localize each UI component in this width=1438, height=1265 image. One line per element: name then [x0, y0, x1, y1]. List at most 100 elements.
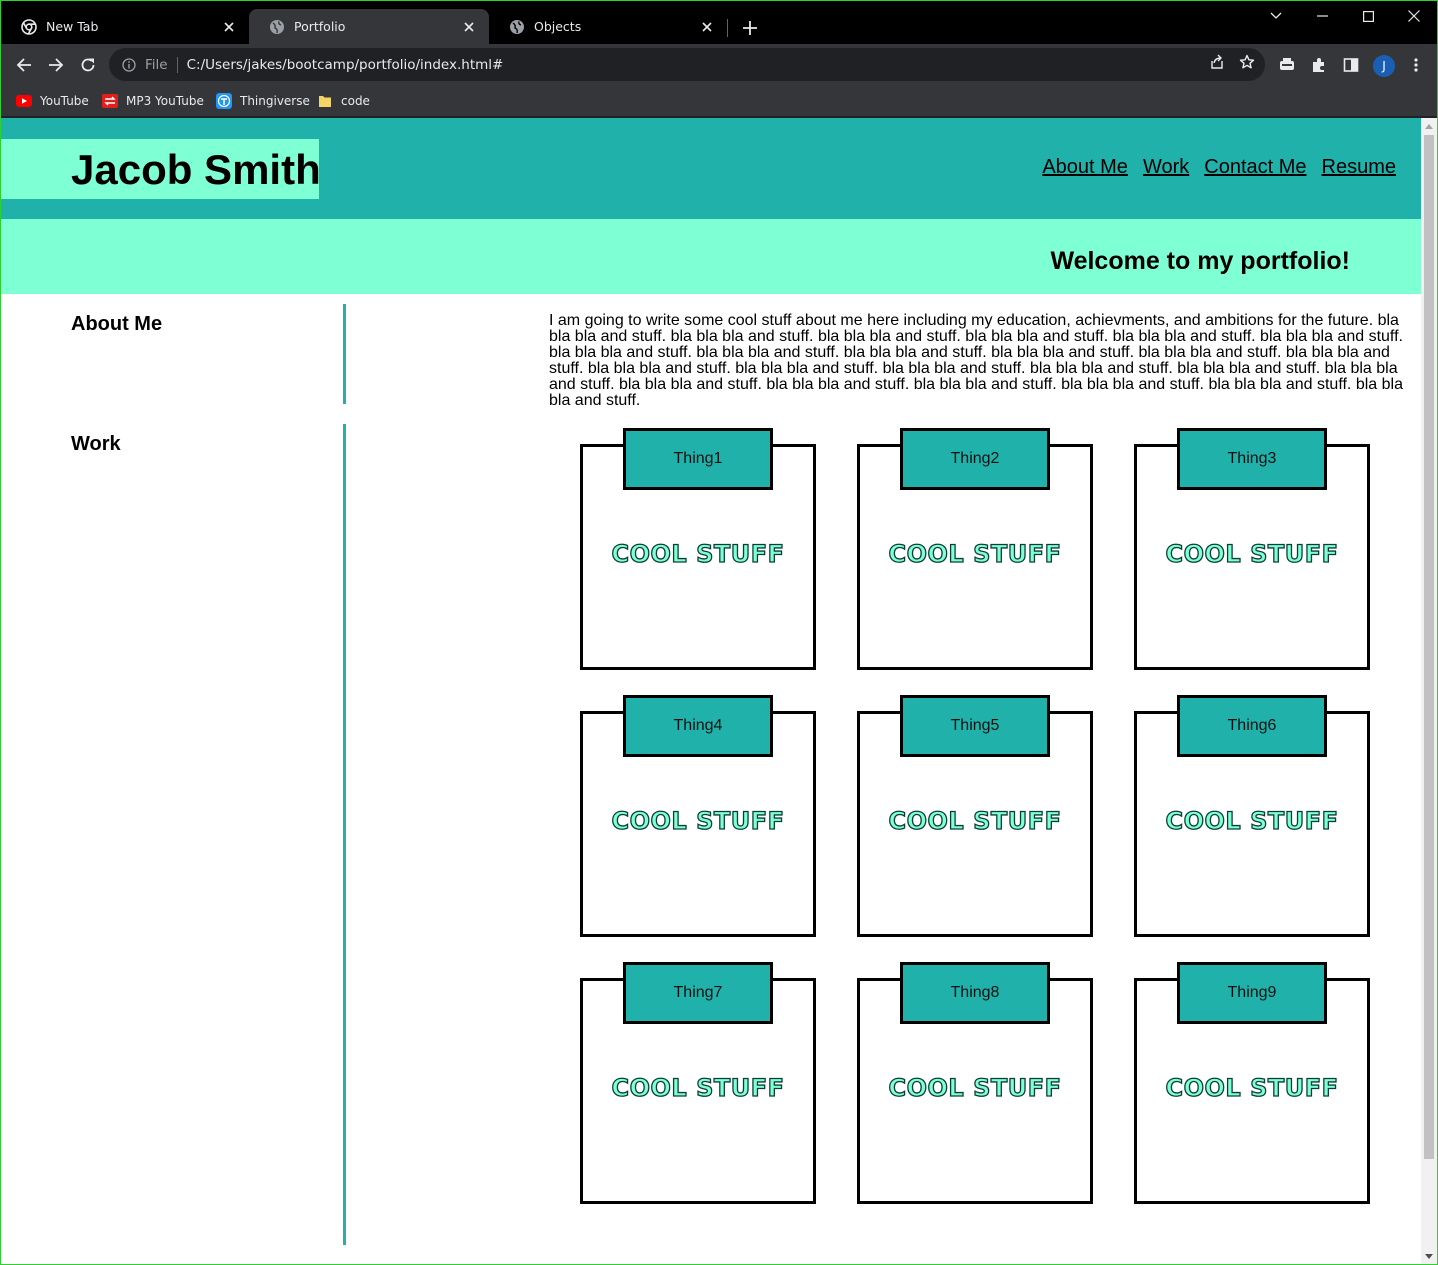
- forward-button[interactable]: [42, 51, 70, 79]
- reload-button[interactable]: [74, 51, 102, 79]
- tab-search-button[interactable]: [1253, 1, 1299, 31]
- work-divider: [343, 424, 346, 1245]
- nav-link-contact-me[interactable]: Contact Me: [1204, 156, 1306, 179]
- side-panel-icon[interactable]: [1339, 53, 1363, 77]
- work-card-1[interactable]: Thing1 COOL STUFF: [580, 428, 816, 670]
- maximize-icon: [1362, 10, 1374, 22]
- work-card-caption: COOL STUFF: [1165, 539, 1339, 568]
- kebab-menu-icon[interactable]: [1404, 53, 1428, 77]
- new-tab-button[interactable]: [737, 15, 763, 41]
- divider: [176, 56, 178, 73]
- youtube-icon: [16, 93, 32, 109]
- maximize-button[interactable]: [1345, 1, 1391, 31]
- work-card-8[interactable]: Thing8 COOL STUFF: [857, 962, 1093, 1204]
- minimize-icon: [1316, 15, 1328, 17]
- site-title: Jacob Smith: [71, 146, 321, 193]
- work-card-4[interactable]: Thing4 COOL STUFF: [580, 695, 816, 937]
- folder-icon: [317, 93, 333, 109]
- nav-link-work[interactable]: Work: [1143, 156, 1189, 179]
- address-bar[interactable]: File C:/Users/jakes/bootcamp/portfolio/i…: [109, 48, 1265, 81]
- work-card-label: Thing2: [900, 428, 1050, 490]
- work-section-title: Work: [71, 433, 121, 455]
- share-icon[interactable]: [1209, 54, 1225, 75]
- bookmark-mp3-youtube[interactable]: MP3 YouTube: [102, 92, 204, 110]
- star-icon[interactable]: [1239, 54, 1255, 75]
- tab-title: New Tab: [46, 19, 99, 34]
- globe-icon: [269, 19, 285, 35]
- chevron-down-icon: [1270, 12, 1282, 19]
- work-card-label: Thing7: [623, 962, 773, 1024]
- work-card-caption: COOL STUFF: [1165, 1073, 1339, 1102]
- work-card-caption: COOL STUFF: [888, 539, 1062, 568]
- close-tab-icon[interactable]: [461, 19, 477, 35]
- browser-window: New Tab Portfolio Objects File C:/Users/…: [0, 0, 1438, 1265]
- work-card-label: Thing6: [1177, 695, 1327, 757]
- tab-separator: [727, 19, 728, 37]
- site-header: Jacob Smith About Me Work Contact Me Res…: [1, 118, 1421, 219]
- bookmark-label: code: [341, 94, 370, 108]
- tab-objects[interactable]: Objects: [489, 9, 727, 44]
- arrow-left-icon: [16, 58, 31, 72]
- work-card-6[interactable]: Thing6 COOL STUFF: [1134, 695, 1370, 937]
- page-viewport: Jacob Smith About Me Work Contact Me Res…: [1, 118, 1421, 1264]
- nav-link-about-me[interactable]: About Me: [1042, 156, 1128, 179]
- minimize-button[interactable]: [1299, 1, 1345, 31]
- profile-avatar[interactable]: J: [1373, 55, 1395, 77]
- url-text[interactable]: C:/Users/jakes/bootcamp/portfolio/index.…: [187, 57, 1209, 73]
- scrollbar-thumb[interactable]: [1424, 135, 1434, 1159]
- mp3-youtube-icon: [102, 93, 118, 109]
- tab-title: Portfolio: [294, 19, 346, 34]
- bookmark-youtube[interactable]: YouTube: [16, 92, 89, 110]
- tab-portfolio[interactable]: Portfolio: [249, 9, 489, 44]
- bookmark-thingiverse[interactable]: Thingiverse: [216, 92, 310, 110]
- work-card-label: Thing4: [623, 695, 773, 757]
- work-card-5[interactable]: Thing5 COOL STUFF: [857, 695, 1093, 937]
- work-card-caption: COOL STUFF: [611, 806, 785, 835]
- scroll-up-arrow-icon[interactable]: [1421, 118, 1437, 134]
- info-icon[interactable]: [121, 57, 137, 73]
- scheme-label: File: [145, 56, 168, 73]
- about-text: I am going to write some cool stuff abou…: [549, 312, 1403, 409]
- plus-icon: [743, 21, 757, 35]
- tab-strip: New Tab Portfolio Objects: [1, 1, 1437, 44]
- work-card-label: Thing1: [623, 428, 773, 490]
- back-button[interactable]: [10, 51, 38, 79]
- work-card-caption: COOL STUFF: [888, 1073, 1062, 1102]
- hero-banner: Welcome to my portfolio!: [1, 219, 1421, 294]
- close-tab-icon[interactable]: [699, 19, 715, 35]
- close-tab-icon[interactable]: [221, 19, 237, 35]
- site-nav: About Me Work Contact Me Resume: [1042, 156, 1396, 179]
- bookmark-label: MP3 YouTube: [126, 94, 204, 108]
- bookmark-label: YouTube: [40, 94, 89, 108]
- site-brand: Jacob Smith: [1, 139, 321, 199]
- scroll-down-arrow-icon[interactable]: [1421, 1248, 1437, 1264]
- work-card-label: Thing3: [1177, 428, 1327, 490]
- work-card-9[interactable]: Thing9 COOL STUFF: [1134, 962, 1370, 1204]
- vertical-scrollbar[interactable]: [1421, 118, 1437, 1264]
- tab-new-tab[interactable]: New Tab: [1, 9, 249, 44]
- work-card-caption: COOL STUFF: [888, 806, 1062, 835]
- work-card-7[interactable]: Thing7 COOL STUFF: [580, 962, 816, 1204]
- close-window-button[interactable]: [1391, 1, 1437, 31]
- work-card-caption: COOL STUFF: [1165, 806, 1339, 835]
- work-card-2[interactable]: Thing2 COOL STUFF: [857, 428, 1093, 670]
- work-card-3[interactable]: Thing3 COOL STUFF: [1134, 428, 1370, 670]
- thingiverse-icon: [216, 93, 232, 109]
- bookmark-code-folder[interactable]: code: [317, 92, 370, 110]
- nav-link-resume[interactable]: Resume: [1322, 156, 1396, 179]
- close-icon: [1408, 10, 1420, 22]
- about-divider: [343, 304, 346, 404]
- browser-toolbar: File C:/Users/jakes/bootcamp/portfolio/i…: [1, 44, 1437, 85]
- work-card-label: Thing5: [900, 695, 1050, 757]
- work-card-caption: COOL STUFF: [611, 539, 785, 568]
- about-section-title: About Me: [71, 313, 163, 335]
- arrow-right-icon: [49, 58, 64, 72]
- chrome-icon: [21, 18, 37, 35]
- work-card-caption: COOL STUFF: [611, 1073, 785, 1102]
- extensions-icon[interactable]: [1307, 53, 1331, 77]
- work-card-label: Thing9: [1177, 962, 1327, 1024]
- welcome-heading: Welcome to my portfolio!: [1050, 247, 1350, 275]
- bookmark-label: Thingiverse: [240, 94, 310, 108]
- tab-title: Objects: [534, 19, 582, 34]
- media-router-icon[interactable]: [1275, 53, 1299, 77]
